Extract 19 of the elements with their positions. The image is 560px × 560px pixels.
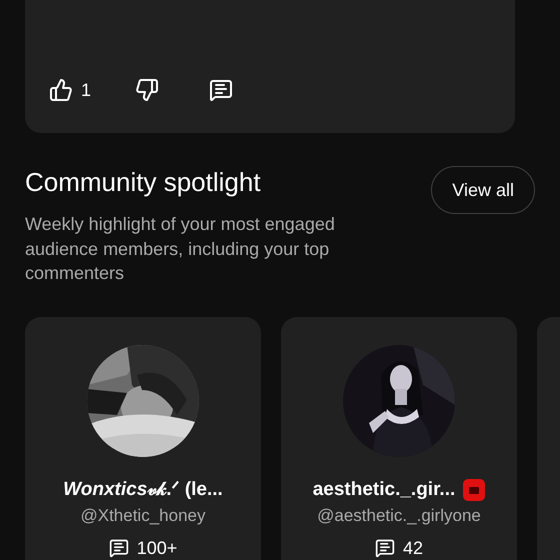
section-title: Community spotlight: [25, 166, 262, 198]
member-handle: @aesthetic._.girlyone: [317, 504, 481, 526]
comment-button[interactable]: [209, 78, 234, 102]
member-name: Wonxtics𝓋𝓀.ᐟ (le...: [63, 478, 223, 500]
view-all-button[interactable]: View all: [431, 166, 535, 214]
comment-icon: [209, 78, 234, 102]
member-handle: @Xthetic_honey: [80, 504, 206, 526]
thumbs-up-icon: [49, 78, 73, 102]
thumbs-down-icon: [135, 78, 160, 102]
member-name: aesthetic._.gir...: [312, 478, 456, 500]
comment-icon: [108, 538, 129, 558]
comment-icon: [374, 538, 395, 558]
member-card[interactable]: aesthetic._.gir... @aesthetic._.girlyone 42: [281, 316, 517, 560]
dislike-button[interactable]: [135, 78, 160, 102]
comment-count: 42: [402, 536, 424, 558]
member-card[interactable]: Wonxtics𝓋𝓀.ᐟ (le... @Xthetic_honey 100+: [25, 316, 261, 560]
like-button[interactable]: 1: [49, 78, 92, 102]
section-description: Weekly highlight of your most engaged audience members, including your top commenters: [25, 213, 336, 285]
comment-count: 100+: [136, 536, 178, 558]
